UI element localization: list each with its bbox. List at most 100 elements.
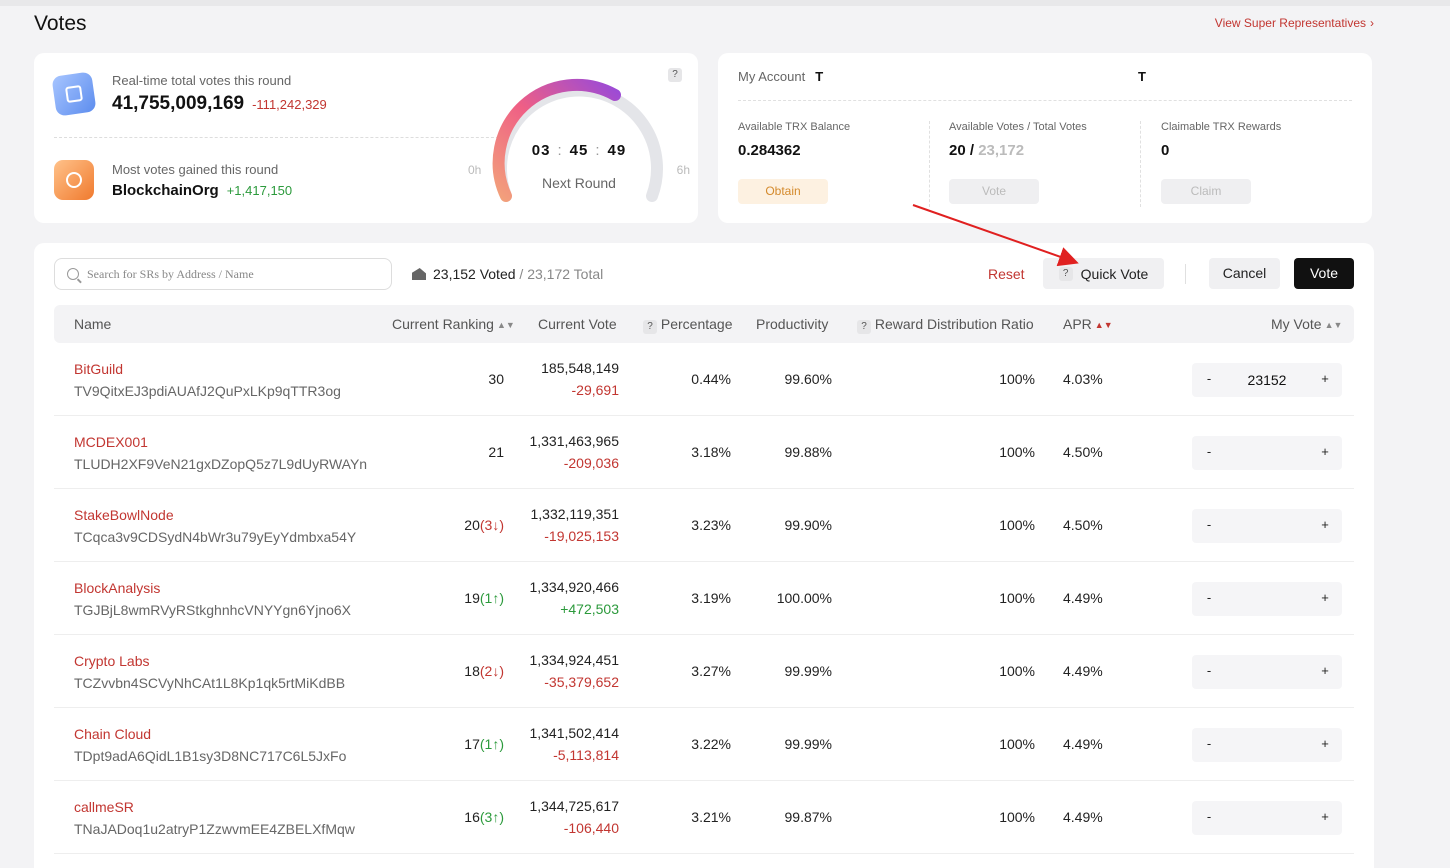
increment-button[interactable]: + — [1318, 371, 1332, 386]
col-productivity: Productivity — [756, 316, 829, 332]
current-ranking: 19(1↑) — [404, 590, 504, 606]
sort-icon: ▲▼ — [1324, 320, 1343, 330]
my-vote-input[interactable] — [1222, 807, 1312, 829]
decrement-button[interactable]: - — [1202, 736, 1216, 751]
current-vote: 1,344,725,617 — [529, 798, 619, 814]
decrement-button[interactable]: - — [1202, 809, 1216, 824]
increment-button[interactable]: + — [1318, 444, 1332, 459]
cancel-button[interactable]: Cancel — [1209, 258, 1280, 289]
vote-button[interactable]: Vote — [1294, 258, 1354, 289]
rank-value: 17 — [464, 736, 480, 752]
arrow-up-icon: ↑ — [492, 809, 500, 825]
top-bar — [0, 0, 1450, 6]
vote-change: +472,503 — [560, 601, 619, 617]
timer-hours: 03 — [531, 142, 551, 159]
search-input[interactable] — [87, 266, 387, 282]
productivity: 99.99% — [784, 663, 832, 679]
my-vote-input[interactable] — [1222, 661, 1312, 683]
apr: 4.49% — [1063, 663, 1103, 679]
current-ranking: 18(2↓) — [404, 663, 504, 679]
col-my-vote[interactable]: My Vote ▲▼ — [1271, 316, 1342, 332]
decrement-button[interactable]: - — [1202, 590, 1216, 605]
obtain-button[interactable]: Obtain — [738, 179, 828, 204]
col-apr[interactable]: APR ▲▼ — [1063, 316, 1113, 332]
reward-distribution-ratio: 100% — [999, 517, 1035, 533]
account-vote-button[interactable]: Vote — [949, 179, 1039, 204]
current-ranking: 20(3↓) — [404, 517, 504, 533]
table-header: Name Current Ranking ▲▼ Current Vote ? Pe… — [54, 305, 1354, 343]
col-current-ranking[interactable]: Current Ranking ▲▼ — [392, 316, 515, 332]
vote-change: -19,025,153 — [544, 528, 619, 544]
current-vote: 185,548,149 — [541, 360, 619, 376]
sr-name-link[interactable]: StakeBowlNode — [74, 507, 174, 523]
productivity: 99.99% — [784, 736, 832, 752]
table-row: Crypto Labs TCZvvbn4SCVyNhCAt1L8Kp1qk5rtM… — [54, 635, 1354, 708]
my-vote-input[interactable] — [1222, 442, 1312, 464]
timer-minutes: 45 — [569, 142, 589, 159]
sr-name-link[interactable]: BlockAnalysis — [74, 580, 160, 596]
table-row: MCDEX001 TLUDH2XF9VeN21gxDZopQ5z7L9dUyRWA… — [54, 416, 1354, 489]
trx-balance-section: Available TRX Balance 0.284362 Obtain — [738, 121, 928, 207]
apr: 4.49% — [1063, 736, 1103, 752]
reward-distribution-ratio: 100% — [999, 371, 1035, 387]
my-vote-stepper: -+ — [1192, 655, 1342, 689]
my-vote-stepper: -+ — [1192, 363, 1342, 397]
increment-button[interactable]: + — [1318, 517, 1332, 532]
increment-button[interactable]: + — [1318, 663, 1332, 678]
increment-button[interactable]: + — [1318, 736, 1332, 751]
account-address: T — [815, 69, 824, 84]
reset-button[interactable]: Reset — [988, 266, 1025, 282]
rank-change: (1↑) — [479, 590, 504, 606]
view-super-representatives-link[interactable]: View Super Representatives › — [1215, 16, 1374, 30]
sr-name-link[interactable]: callmeSR — [74, 799, 134, 815]
decrement-button[interactable]: - — [1202, 444, 1216, 459]
reward-distribution-ratio: 100% — [999, 590, 1035, 606]
my-vote-input[interactable] — [1222, 369, 1312, 391]
help-icon[interactable]: ? — [857, 320, 871, 334]
increment-button[interactable]: + — [1318, 809, 1332, 824]
sr-name-link[interactable]: Chain Cloud — [74, 726, 151, 742]
my-vote-input[interactable] — [1222, 515, 1312, 537]
quick-vote-button[interactable]: ? Quick Vote — [1043, 258, 1164, 289]
my-vote-stepper: -+ — [1192, 801, 1342, 835]
reward-distribution-ratio: 100% — [999, 663, 1035, 679]
percentage: 3.18% — [691, 444, 731, 460]
current-vote: 1,334,920,466 — [529, 579, 619, 595]
sr-name-link[interactable]: BitGuild — [74, 361, 123, 377]
decrement-button[interactable]: - — [1202, 663, 1216, 678]
vote-change: -209,036 — [563, 455, 619, 471]
decrement-button[interactable]: - — [1202, 517, 1216, 532]
my-account-card: My Account T T Available TRX Balance 0.28… — [718, 53, 1372, 223]
help-icon[interactable]: ? — [643, 320, 657, 334]
col-percentage: ? Percentage — [643, 316, 733, 334]
sr-name-link[interactable]: Crypto Labs — [74, 653, 149, 669]
increment-button[interactable]: + — [1318, 590, 1332, 605]
my-vote-input[interactable] — [1222, 734, 1312, 756]
apr: 4.49% — [1063, 809, 1103, 825]
my-vote-stepper: -+ — [1192, 509, 1342, 543]
percentage: 3.19% — [691, 590, 731, 606]
rank-change: (3↑) — [479, 809, 504, 825]
sr-name-link[interactable]: MCDEX001 — [74, 434, 148, 450]
sr-voting-table-card: 23,152 Voted / 23,172 Total Reset ? Quic… — [34, 243, 1374, 868]
vote-change: -106,440 — [563, 820, 619, 836]
col-reward-ratio-label: Reward Distribution Ratio — [874, 316, 1034, 332]
claim-button[interactable]: Claim — [1161, 179, 1251, 204]
my-vote-input[interactable] — [1222, 588, 1312, 610]
sr-address: TGJBjL8wmRVyRStkghnhcVNYYgn6Yjno6X — [74, 602, 352, 618]
search-box[interactable] — [54, 258, 392, 290]
reward-distribution-ratio: 100% — [999, 444, 1035, 460]
sr-address: TCqca3v9CDSydN4bWr3u79yEyYdmbxa54Y — [74, 529, 357, 545]
timer-separator: : — [595, 142, 601, 159]
trophy-icon — [54, 160, 94, 200]
most-votes-label: Most votes gained this round — [112, 161, 279, 177]
apr: 4.03% — [1063, 371, 1103, 387]
rank-value: 16 — [464, 809, 480, 825]
claimable-rewards-value: 0 — [1161, 142, 1170, 159]
help-icon: ? — [1058, 266, 1073, 281]
productivity: 99.88% — [784, 444, 832, 460]
claimable-rewards-label: Claimable TRX Rewards — [1161, 121, 1282, 133]
decrement-button[interactable]: - — [1202, 371, 1216, 386]
most-votes-value: BlockchainOrg +1,417,150 — [112, 182, 292, 199]
arrow-down-icon: ↓ — [492, 663, 500, 679]
